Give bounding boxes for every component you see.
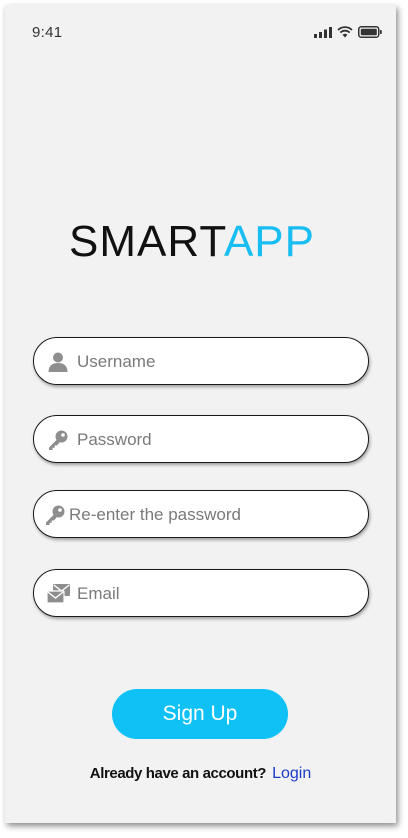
status-time: 9:41 [32,24,63,41]
key-icon [49,430,68,450]
password-placeholder: Password [77,430,152,449]
login-prompt: Already have an account? Login [5,765,396,783]
login-link[interactable]: Login [272,765,311,782]
confirm-password-field[interactable]: Re-enter the password [33,490,369,538]
username-placeholder: Username [77,352,156,371]
login-question: Already have an account? [89,765,267,782]
username-field[interactable]: Username [33,337,369,385]
confirm-password-placeholder: Re-enter the password [69,505,241,524]
user-icon [48,352,68,372]
phone-screen: 9:41 SMARTAPP Username Password Re-enter… [5,5,396,823]
status-bar: 9:41 [5,5,396,61]
status-icons [314,26,382,38]
logo-app: APP [223,217,315,266]
signal-icon [314,26,332,38]
app-logo: SMARTAPP [69,217,315,267]
wifi-icon [337,26,353,38]
password-field[interactable]: Password [33,415,369,463]
logo-smart: SMART [69,217,224,266]
key-icon [46,505,65,525]
email-field[interactable]: Email [33,569,369,617]
sign-up-button[interactable]: Sign Up [112,689,288,739]
battery-icon [358,26,382,38]
email-placeholder: Email [77,584,120,603]
mail-icon [46,584,70,604]
